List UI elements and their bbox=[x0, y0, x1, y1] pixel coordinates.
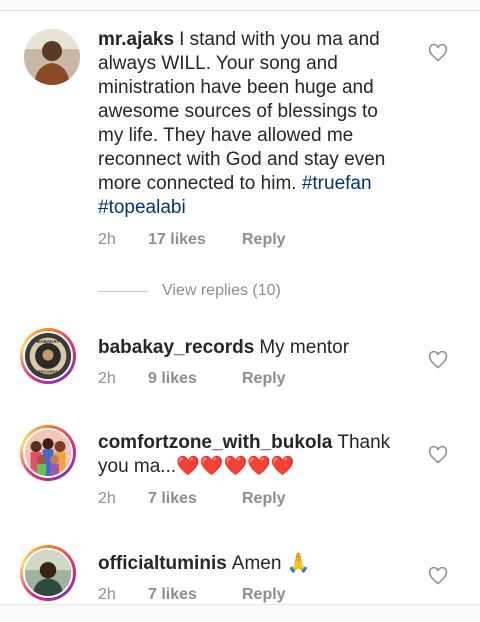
comment-meta: 2h 17 likes Reply bbox=[98, 231, 286, 249]
avatar[interactable] bbox=[20, 425, 76, 481]
divider-line bbox=[98, 290, 148, 292]
comment-time: 2h bbox=[98, 490, 116, 507]
reply-button[interactable]: Reply bbox=[242, 231, 286, 249]
comment-meta: 2h 7 likes Reply bbox=[98, 586, 286, 604]
comment-text: comfortzone_with_bukola Thank you ma...❤️… bbox=[98, 432, 391, 477]
heart-outline-icon[interactable] bbox=[428, 566, 448, 586]
avatar[interactable] bbox=[20, 545, 76, 601]
comment-text: mr.ajaks I stand with you ma and always W… bbox=[98, 29, 386, 218]
avatar[interactable]: BABAKAY RECORDS bbox=[20, 328, 76, 384]
svg-text:RECORDS: RECORDS bbox=[38, 369, 59, 374]
svg-text:BABAKAY: BABAKAY bbox=[37, 339, 60, 344]
comment-likes[interactable]: 7 likes bbox=[148, 490, 242, 508]
view-replies-button[interactable]: View replies (10) bbox=[98, 282, 281, 300]
heart-outline-icon[interactable] bbox=[428, 445, 448, 465]
comment-text: officialtuminis Amen 🙏 bbox=[98, 553, 311, 574]
comment-username[interactable]: officialtuminis bbox=[98, 553, 227, 574]
comment-text: babakay_records My mentor bbox=[98, 337, 350, 358]
comment-likes[interactable]: 9 likes bbox=[148, 370, 242, 388]
avatar[interactable] bbox=[24, 29, 80, 85]
top-divider bbox=[0, 0, 480, 11]
comment-likes[interactable]: 17 likes bbox=[148, 231, 242, 249]
babakay-records-logo-icon: BABAKAY RECORDS bbox=[25, 333, 71, 379]
comment-likes[interactable]: 7 likes bbox=[148, 586, 242, 604]
comment-username[interactable]: mr.ajaks bbox=[98, 29, 174, 50]
heart-outline-icon[interactable] bbox=[428, 350, 448, 370]
reply-button[interactable]: Reply bbox=[242, 490, 286, 508]
reply-button[interactable]: Reply bbox=[242, 586, 286, 604]
heart-emoji: ❤️❤️❤️❤️❤️ bbox=[176, 456, 295, 477]
user-photo-icon bbox=[25, 550, 71, 596]
comment-username[interactable]: comfortzone_with_bukola bbox=[98, 432, 332, 453]
comment-meta: 2h 9 likes Reply bbox=[98, 370, 286, 388]
comment-time: 2h bbox=[98, 231, 116, 248]
heart-outline-icon[interactable] bbox=[428, 43, 448, 63]
pray-emoji: 🙏 bbox=[286, 553, 311, 574]
reply-button[interactable]: Reply bbox=[242, 370, 286, 388]
comment-time: 2h bbox=[98, 586, 116, 603]
comment-meta: 2h 7 likes Reply bbox=[98, 490, 286, 508]
bottom-divider bbox=[0, 604, 480, 622]
comment-username[interactable]: babakay_records bbox=[98, 337, 254, 358]
illustrated-group-avatar-icon bbox=[25, 430, 71, 476]
user-photo-icon bbox=[24, 29, 80, 85]
comment-time: 2h bbox=[98, 370, 116, 387]
